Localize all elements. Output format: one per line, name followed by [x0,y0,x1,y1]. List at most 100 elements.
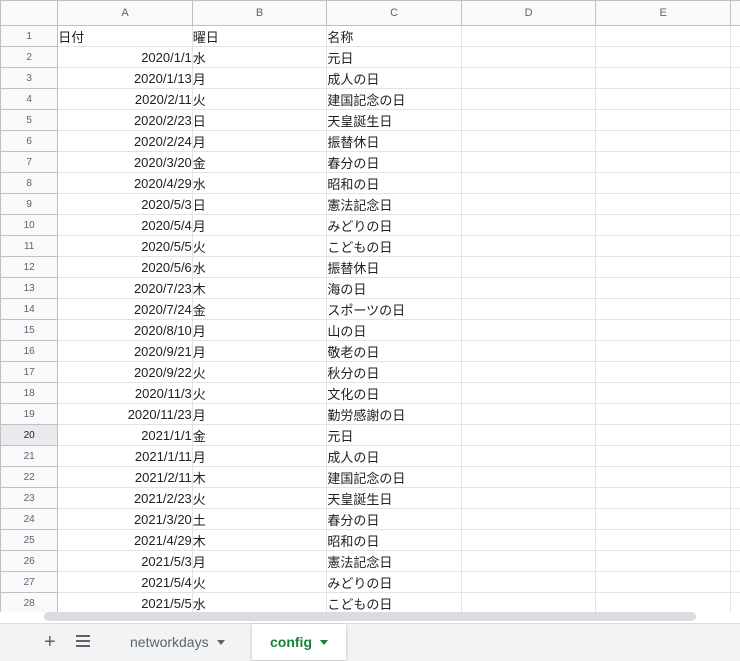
empty-cell[interactable] [596,194,731,215]
cell-b[interactable]: 水 [192,593,327,613]
cell-c[interactable]: 振替休日 [327,131,462,152]
row-header[interactable]: 6 [1,131,58,152]
row-header[interactable]: 27 [1,572,58,593]
cell-b[interactable]: 木 [192,278,327,299]
empty-cell[interactable] [596,551,731,572]
empty-cell[interactable] [730,530,740,551]
cell-c[interactable]: 元日 [327,47,462,68]
empty-cell[interactable] [596,26,731,47]
empty-cell[interactable] [461,278,596,299]
cell-b[interactable]: 金 [192,425,327,446]
cell-b[interactable]: 火 [192,383,327,404]
cell-b[interactable]: 月 [192,551,327,572]
cell-c[interactable]: 名称 [327,26,462,47]
cell-a[interactable]: 2020/11/23 [58,404,193,425]
cell-b[interactable]: 火 [192,572,327,593]
cell-b[interactable]: 月 [192,404,327,425]
row-header[interactable]: 12 [1,257,58,278]
empty-cell[interactable] [461,572,596,593]
tab-networkdays[interactable]: networkdays [116,624,239,660]
row-header[interactable]: 7 [1,152,58,173]
empty-cell[interactable] [461,131,596,152]
empty-cell[interactable] [730,110,740,131]
empty-cell[interactable] [730,362,740,383]
empty-cell[interactable] [596,488,731,509]
cell-a[interactable]: 2020/8/10 [58,320,193,341]
cell-c[interactable]: 成人の日 [327,68,462,89]
row-header[interactable]: 25 [1,530,58,551]
empty-cell[interactable] [730,509,740,530]
empty-cell[interactable] [596,341,731,362]
empty-cell[interactable] [461,425,596,446]
empty-cell[interactable] [730,278,740,299]
cell-a[interactable]: 2020/7/24 [58,299,193,320]
row-header[interactable]: 23 [1,488,58,509]
empty-cell[interactable] [596,593,731,613]
empty-cell[interactable] [596,530,731,551]
empty-cell[interactable] [461,488,596,509]
cell-a[interactable]: 2020/2/11 [58,89,193,110]
cell-c[interactable]: みどりの日 [327,215,462,236]
cell-a[interactable]: 2020/2/24 [58,131,193,152]
empty-cell[interactable] [730,152,740,173]
sheet-list-icon[interactable] [76,635,90,650]
empty-cell[interactable] [461,68,596,89]
cell-c[interactable]: 昭和の日 [327,530,462,551]
cell-a[interactable]: 2020/4/29 [58,173,193,194]
cell-a[interactable]: 2020/3/20 [58,152,193,173]
cell-b[interactable]: 日 [192,194,327,215]
empty-cell[interactable] [730,47,740,68]
cell-c[interactable]: 昭和の日 [327,173,462,194]
empty-cell[interactable] [461,257,596,278]
empty-cell[interactable] [596,383,731,404]
cell-a[interactable]: 日付 [58,26,193,47]
row-header[interactable]: 13 [1,278,58,299]
cell-b[interactable]: 火 [192,236,327,257]
cell-b[interactable]: 火 [192,362,327,383]
empty-cell[interactable] [596,425,731,446]
empty-cell[interactable] [596,572,731,593]
row-header[interactable]: 11 [1,236,58,257]
empty-cell[interactable] [596,509,731,530]
empty-cell[interactable] [730,320,740,341]
cell-b[interactable]: 金 [192,299,327,320]
cell-b[interactable]: 月 [192,341,327,362]
cell-b[interactable]: 火 [192,488,327,509]
column-header-c[interactable]: C [327,1,462,26]
row-header[interactable]: 16 [1,341,58,362]
empty-cell[interactable] [596,278,731,299]
row-header[interactable]: 4 [1,89,58,110]
row-header[interactable]: 9 [1,194,58,215]
empty-cell[interactable] [596,215,731,236]
cell-a[interactable]: 2021/1/11 [58,446,193,467]
cell-a[interactable]: 2020/7/23 [58,278,193,299]
cell-a[interactable]: 2021/5/3 [58,551,193,572]
row-header[interactable]: 26 [1,551,58,572]
cell-c[interactable]: 秋分の日 [327,362,462,383]
empty-cell[interactable] [596,404,731,425]
plus-icon[interactable]: + [44,632,56,652]
row-header[interactable]: 10 [1,215,58,236]
cell-b[interactable]: 木 [192,467,327,488]
row-header[interactable]: 2 [1,47,58,68]
empty-cell[interactable] [461,341,596,362]
empty-cell[interactable] [461,26,596,47]
select-all-corner[interactable] [1,1,58,26]
empty-cell[interactable] [596,257,731,278]
empty-cell[interactable] [730,215,740,236]
row-header[interactable]: 15 [1,320,58,341]
cell-c[interactable]: こどもの日 [327,236,462,257]
row-header[interactable]: 18 [1,383,58,404]
empty-cell[interactable] [596,446,731,467]
cell-c[interactable]: 山の日 [327,320,462,341]
cell-b[interactable]: 月 [192,320,327,341]
empty-cell[interactable] [461,152,596,173]
cell-b[interactable]: 木 [192,530,327,551]
cell-c[interactable]: 元日 [327,425,462,446]
row-header[interactable]: 3 [1,68,58,89]
column-header-a[interactable]: A [58,1,193,26]
empty-cell[interactable] [730,194,740,215]
cell-a[interactable]: 2021/2/11 [58,467,193,488]
cell-c[interactable]: 振替休日 [327,257,462,278]
cell-c[interactable]: 天皇誕生日 [327,488,462,509]
